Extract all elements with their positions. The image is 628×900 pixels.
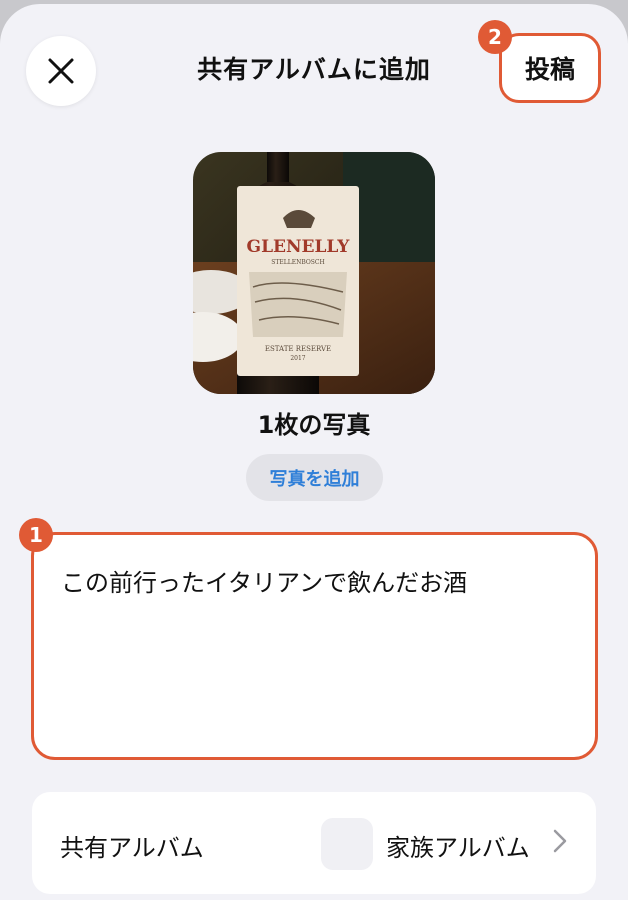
share-sheet: 共有アルバムに追加 投稿 2 GLENELLY STELLENBOSCH EST… [0, 4, 628, 900]
shared-album-row[interactable]: 共有アルバム 家族アルバム [32, 792, 596, 894]
photo-thumbnail[interactable]: GLENELLY STELLENBOSCH ESTATE RESERVE 201… [193, 152, 435, 394]
photo-count-label: 1枚の写真 [257, 411, 371, 439]
album-thumbnail [321, 818, 373, 870]
label-brand: GLENELLY [247, 237, 351, 257]
label-line: ESTATE RESERVE [265, 345, 331, 353]
post-button[interactable]: 投稿 [499, 33, 601, 103]
caption-text: この前行ったイタリアンで飲んだお酒 [61, 569, 468, 597]
album-row-label: 共有アルバム [60, 834, 204, 862]
caption-field[interactable]: この前行ったイタリアンで飲んだお酒 [31, 532, 598, 760]
label-origin: STELLENBOSCH [271, 259, 324, 266]
label-year: 2017 [290, 355, 305, 362]
album-row-value: 家族アルバム [386, 834, 530, 862]
step-badge-2: 2 [478, 20, 512, 54]
step-badge-1: 1 [19, 518, 53, 552]
wine-bottle-photo: GLENELLY STELLENBOSCH ESTATE RESERVE 201… [193, 152, 435, 394]
chevron-right-icon [553, 829, 567, 853]
add-photo-button[interactable]: 写真を追加 [246, 454, 383, 501]
